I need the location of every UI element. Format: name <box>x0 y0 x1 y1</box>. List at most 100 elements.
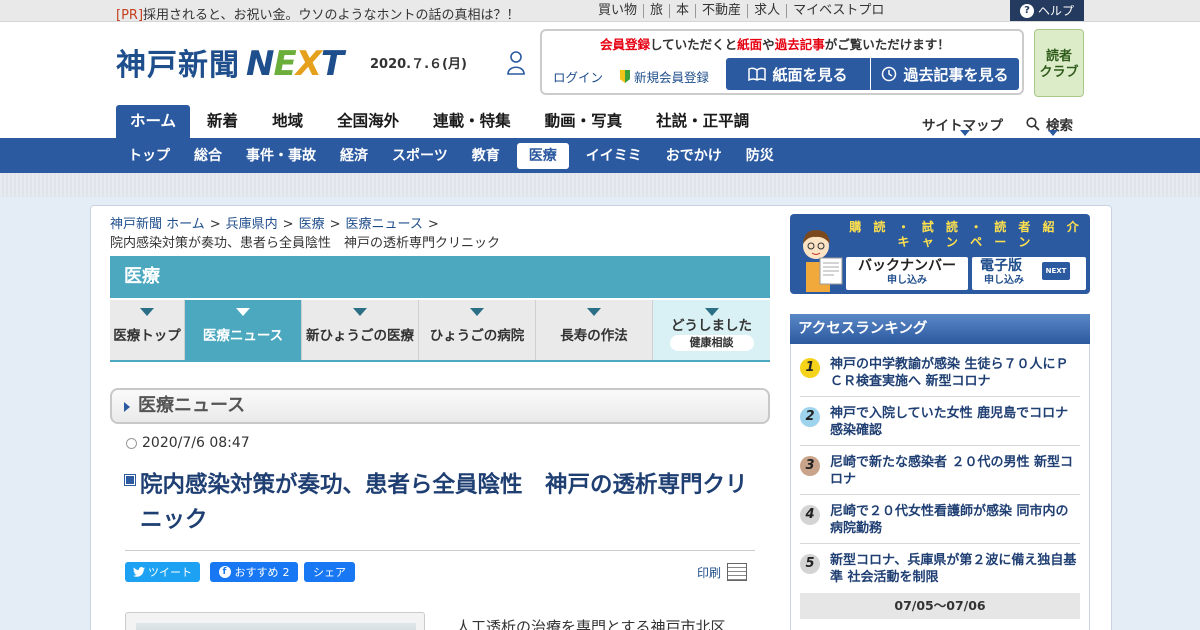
breadcrumb-separator: > <box>282 217 294 232</box>
backnumber-link[interactable]: バックナンバー 申し込み <box>846 257 968 290</box>
toplink-travel[interactable]: 旅 <box>644 4 671 18</box>
campaign-title: 購 読 ・ 試 読 ・ 読 者 紹 介キ ャ ン ペ ー ン <box>848 220 1084 250</box>
tab-health-consult[interactable]: どうしました 健康相談 <box>653 300 770 360</box>
reader-club-line2: クラブ <box>1039 65 1079 80</box>
subnav-outing[interactable]: おでかけ <box>654 143 734 169</box>
rank-number: 2 <box>800 407 820 427</box>
ranking-headline: 尼崎で新たな感染者 ２０代の男性 新型コロナ <box>830 455 1074 487</box>
signup-label: 新規会員登録 <box>634 70 710 85</box>
twitter-bird-icon <box>133 567 145 577</box>
article-timestamp: 2020/7/6 08:47 <box>126 435 250 451</box>
search-button[interactable]: 検索 <box>1026 114 1073 136</box>
tab-sublabel: 健康相談 <box>669 334 754 351</box>
nav-region[interactable]: 地域 <box>255 105 320 138</box>
title-marker-icon <box>124 474 136 486</box>
tab-label: 医療ニュース <box>202 328 284 344</box>
toplink-shopping[interactable]: 買い物 <box>590 4 645 18</box>
print-button[interactable]: 印刷 <box>697 563 748 581</box>
tab-medical-news[interactable]: 医療ニュース <box>185 300 302 360</box>
facebook-icon: f <box>218 566 231 578</box>
ranking-item[interactable]: 5 新型コロナ、兵庫県が第２波に備え独自基準 社会活動を制限 <box>800 544 1080 593</box>
arrow-down-icon <box>140 308 154 316</box>
ranking-item[interactable]: 3 尼崎で新たな感染者 ２０代の男性 新型コロナ <box>800 446 1080 495</box>
view-archive-button[interactable]: 過去記事を見る <box>871 58 1019 90</box>
sitemap-link[interactable]: サイトマップ <box>922 114 1003 136</box>
ranking-headline: 尼崎で２０代女性看護師が感染 同市内の病院勤務 <box>830 504 1069 536</box>
toplink-jobs[interactable]: 求人 <box>748 4 788 18</box>
rank-number: 3 <box>800 456 820 476</box>
nav-national[interactable]: 全国海外 <box>320 105 416 138</box>
ranking-item[interactable]: 4 尼崎で２０代女性看護師が感染 同市内の病院勤務 <box>800 495 1080 544</box>
breadcrumb-separator: > <box>209 217 221 232</box>
nav-latest[interactable]: 新着 <box>190 105 255 138</box>
ranking-item[interactable]: 1 神戸の中学教諭が感染 生徒ら７０人にＰＣＲ検査実施へ 新型コロナ <box>800 348 1080 397</box>
arrow-down-icon <box>236 308 250 316</box>
ranking-headline: 神戸の中学教諭が感染 生徒ら７０人にＰＣＲ検査実施へ 新型コロナ <box>830 357 1069 389</box>
beginner-mark-icon <box>620 70 630 83</box>
tab-label: ひょうごの病院 <box>429 328 525 344</box>
subnav-incidents[interactable]: 事件・事故 <box>234 143 328 169</box>
subnav-general[interactable]: 総合 <box>182 143 234 169</box>
article-photo[interactable] <box>125 612 425 630</box>
subnav-top[interactable]: トップ <box>116 143 182 169</box>
tab-longevity[interactable]: 長寿の作法 <box>536 300 653 360</box>
breadcrumb-medical[interactable]: 医療 <box>299 217 325 232</box>
subnav-sports[interactable]: スポーツ <box>380 143 460 169</box>
clock-icon <box>882 66 897 82</box>
logo-next-t: T <box>320 44 344 84</box>
nav-editorial[interactable]: 社説・正平調 <box>639 105 766 138</box>
nav-video[interactable]: 動画・写真 <box>528 105 640 138</box>
nav-home[interactable]: ホーム <box>116 105 191 138</box>
facebook-recommend-button[interactable]: f おすすめ 2 <box>210 562 298 582</box>
chevron-down-icon <box>1048 130 1058 136</box>
campaign-title-line2: キ ャ ン ペ ー ン <box>897 235 1035 249</box>
breadcrumb-medical-news[interactable]: 医療ニュース <box>346 217 423 232</box>
ranking-item[interactable]: 2 神戸で入院していた女性 鹿児島でコロナ感染確認 <box>800 397 1080 446</box>
site-logo[interactable]: 神戸新聞 NEXT <box>116 40 344 84</box>
logo-next: NEXT <box>246 44 344 84</box>
breadcrumb-hyogo[interactable]: 兵庫県内 <box>226 217 278 232</box>
print-label: 印刷 <box>697 565 722 580</box>
mascot-illustration <box>803 230 843 292</box>
signup-link[interactable]: 新規会員登録 <box>620 67 709 86</box>
rank-number: 5 <box>800 554 820 574</box>
login-link[interactable]: ログイン <box>553 67 603 86</box>
breadcrumb-separator: > <box>427 217 439 232</box>
toplink-books[interactable]: 本 <box>670 4 697 18</box>
view-paper-button[interactable]: 紙面を見る <box>726 58 870 90</box>
top-service-links: 買い物 旅 本 不動産 求人 マイベストプロ <box>590 4 890 18</box>
subnav-medical[interactable]: 医療 <box>516 143 569 169</box>
tab-medical-top[interactable]: 医療トップ <box>110 300 185 360</box>
question-icon: ? <box>1019 3 1034 18</box>
toplink-realestate[interactable]: 不動産 <box>696 4 749 18</box>
digital-edition-sub: 申し込み <box>984 275 1024 286</box>
reader-club-button[interactable]: 読者 クラブ <box>1034 29 1084 97</box>
subnav-disaster[interactable]: 防災 <box>734 143 786 169</box>
article-body: 人工透析の治療を専門とする神戸市北区 <box>456 618 726 630</box>
breadcrumb-home[interactable]: 神戸新聞 ホーム <box>110 217 205 232</box>
toplink-mybestpro[interactable]: マイベストプロ <box>787 4 890 18</box>
facebook-share-button[interactable]: シェア <box>304 562 355 582</box>
subnav-economy[interactable]: 経済 <box>328 143 380 169</box>
nav-series[interactable]: 連載・特集 <box>416 105 528 138</box>
digital-edition-label: 電子版 <box>980 258 1022 274</box>
help-button[interactable]: ? ヘルプ <box>1010 0 1084 21</box>
main-nav: ホーム 新着 地域 全国海外 連載・特集 動画・写真 社説・正平調 <box>116 105 766 138</box>
logo-next-x: X <box>295 44 322 84</box>
timestamp-text: 2020/7/6 08:47 <box>142 435 250 451</box>
pr-link[interactable]: [PR]採用されると、お祝い金。ウソのようなホントの話の真相は？！ <box>116 4 520 23</box>
subnav-education[interactable]: 教育 <box>460 143 512 169</box>
tweet-button[interactable]: ツイート <box>125 562 200 582</box>
user-icon <box>507 51 525 75</box>
tab-label: 医療トップ <box>113 328 181 344</box>
ranking-headline: 新型コロナ、兵庫県が第２波に備え独自基準 社会活動を制限 <box>830 553 1077 585</box>
triangle-right-icon <box>124 402 130 412</box>
msg-member-register: 会員登録 <box>600 37 651 52</box>
subnav-iimimi[interactable]: イイミミ <box>574 143 654 169</box>
msg-part: や <box>762 37 775 52</box>
tab-hyogo-hospitals[interactable]: ひょうごの病院 <box>419 300 536 360</box>
msg-part: していただくと <box>650 37 738 52</box>
tab-new-hyogo-medical[interactable]: 新ひょうごの医療 <box>302 300 419 360</box>
chevron-down-icon <box>960 130 970 136</box>
clock-icon <box>126 437 137 449</box>
